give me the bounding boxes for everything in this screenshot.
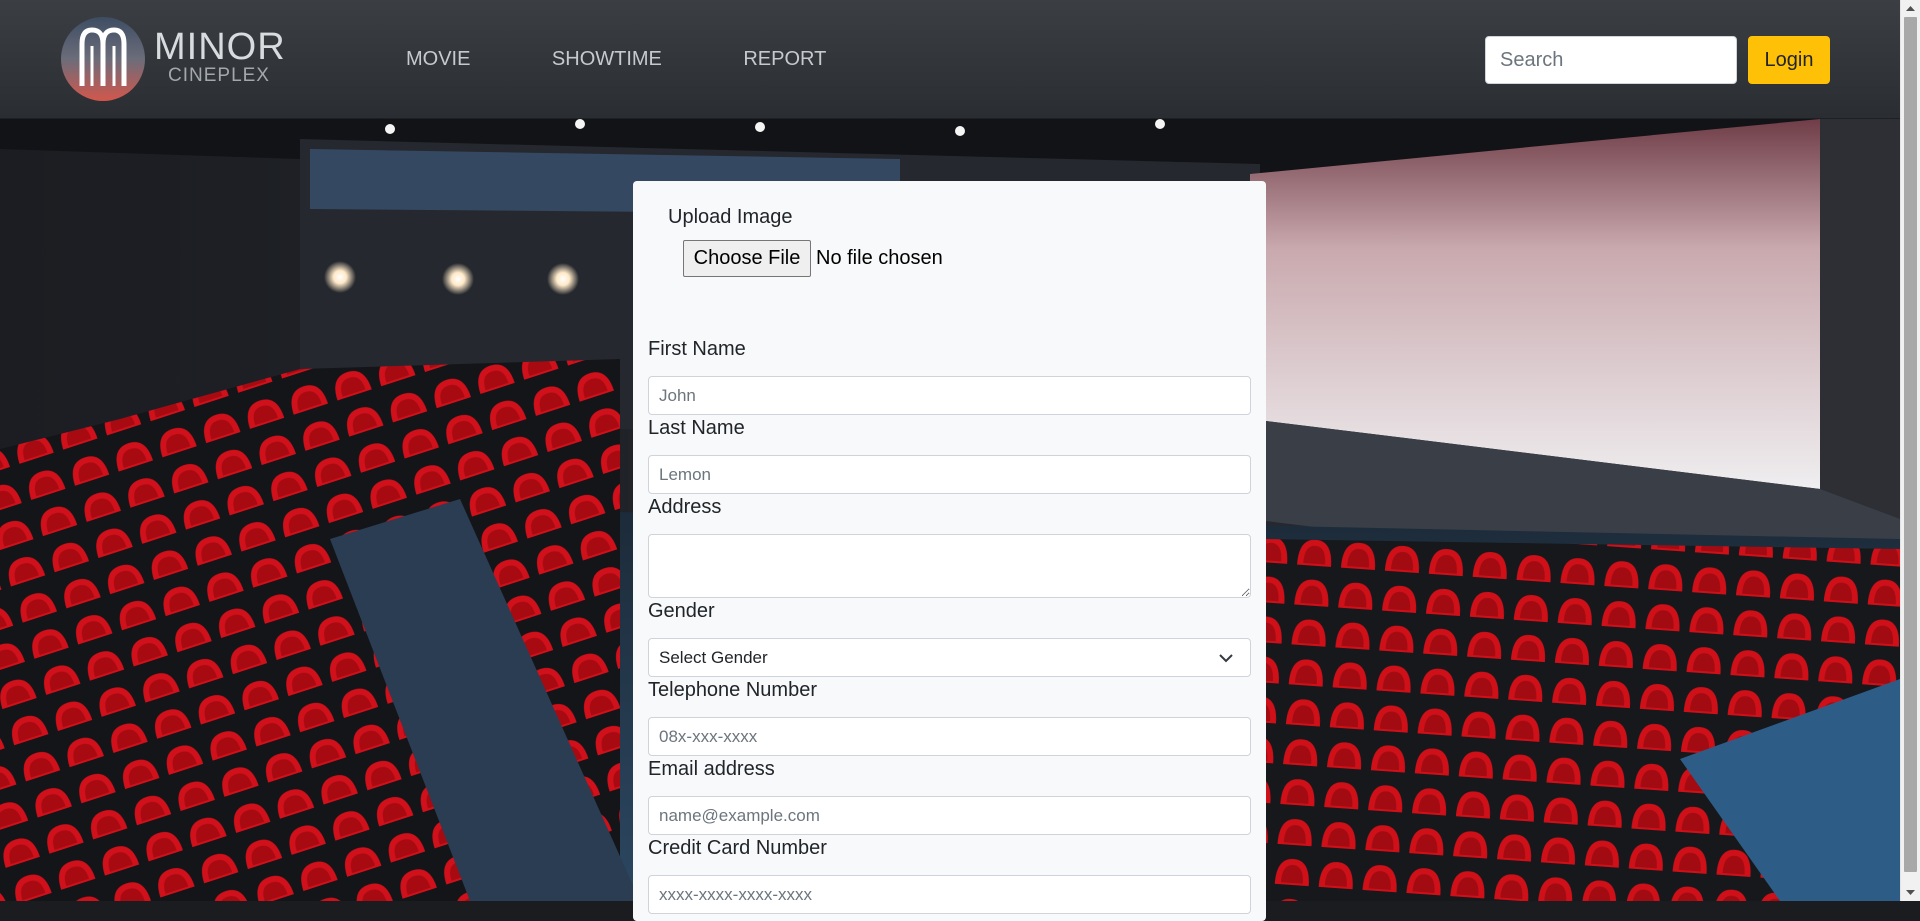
gender-select[interactable]: Select Gender xyxy=(648,638,1251,677)
address-field[interactable] xyxy=(648,534,1251,598)
brand-name: MINOR xyxy=(154,26,286,68)
credit-card-label: Credit Card Number xyxy=(648,837,827,859)
telephone-field[interactable] xyxy=(648,717,1251,756)
telephone-label: Telephone Number xyxy=(648,679,817,701)
scroll-down-arrow-icon[interactable] xyxy=(1901,884,1920,901)
brand-logo[interactable]: MINOR CINEPLEX xyxy=(60,16,290,102)
email-field[interactable] xyxy=(648,796,1251,835)
registration-form-card: Upload Image Choose File No file chosen … xyxy=(633,181,1266,921)
nav-showtime[interactable]: SHOWTIME xyxy=(552,48,662,71)
email-label: Email address xyxy=(648,758,775,780)
last-name-label: Last Name xyxy=(648,417,745,439)
scroll-up-arrow-icon[interactable] xyxy=(1901,0,1920,17)
first-name-label: First Name xyxy=(648,338,746,360)
login-button[interactable]: Login xyxy=(1748,36,1830,84)
nav-report[interactable]: REPORT xyxy=(743,48,826,71)
nav-movie[interactable]: MOVIE xyxy=(406,48,470,71)
search-input[interactable] xyxy=(1485,36,1737,84)
scrollbar-thumb[interactable] xyxy=(1904,17,1917,872)
last-name-field[interactable] xyxy=(648,455,1251,494)
upload-image-label: Upload Image xyxy=(668,206,793,228)
gender-select-value: Select Gender xyxy=(659,648,768,667)
brand-subname: CINEPLEX xyxy=(168,65,270,86)
minor-cineplex-logo-icon xyxy=(61,17,145,101)
chevron-down-icon xyxy=(1219,654,1233,663)
gender-label: Gender xyxy=(648,600,715,622)
choose-file-button[interactable]: Choose File xyxy=(683,240,811,277)
page-scrollbar[interactable] xyxy=(1900,0,1920,901)
file-status-text: No file chosen xyxy=(816,247,943,269)
main-nav: MOVIE SHOWTIME REPORT xyxy=(406,48,903,71)
address-label: Address xyxy=(648,496,722,518)
credit-card-field[interactable] xyxy=(648,875,1251,914)
first-name-field[interactable] xyxy=(648,376,1251,415)
top-navbar: MINOR CINEPLEX MOVIE SHOWTIME REPORT Log… xyxy=(0,0,1900,119)
